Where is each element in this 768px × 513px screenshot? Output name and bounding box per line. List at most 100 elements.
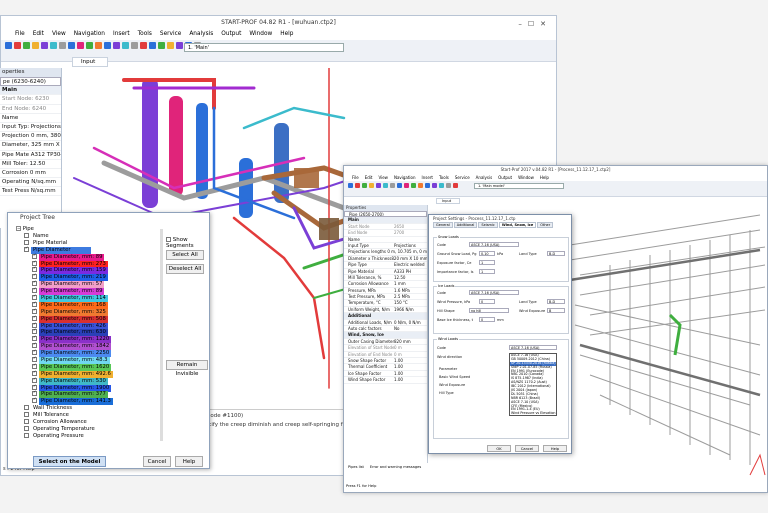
- menu-navigation[interactable]: Navigation: [74, 29, 105, 40]
- remain-invisible-button[interactable]: Remain Invisible: [166, 360, 208, 377]
- ground-snow-input[interactable]: 0.10: [479, 251, 495, 256]
- toolbar-tool-icon[interactable]: [149, 42, 156, 49]
- property-row[interactable]: Input Typ: Projections: [0, 123, 61, 133]
- select-on-model-button[interactable]: Select on the Model: [33, 456, 106, 467]
- menu-output[interactable]: Output: [498, 174, 512, 181]
- property-row[interactable]: Name: [0, 114, 61, 123]
- menu-insert[interactable]: Insert: [422, 174, 433, 181]
- show-segments-checkbox[interactable]: Show Segments: [166, 237, 209, 249]
- importance-input[interactable]: 1: [479, 269, 495, 274]
- tree-item[interactable]: Mill Tolerance: [16, 412, 156, 419]
- menu-view[interactable]: View: [52, 29, 66, 40]
- toolbar-tool-icon[interactable]: [369, 183, 374, 188]
- tree-item-checkbox[interactable]: [32, 377, 37, 383]
- deselect-all-button[interactable]: Deselect All: [166, 264, 204, 274]
- menu-analysis[interactable]: Analysis: [476, 174, 492, 181]
- tree-item[interactable]: Operating Pressure: [16, 432, 156, 440]
- tree-item[interactable]: Pipe Diameter, mm: 89: [16, 253, 156, 261]
- property-row[interactable]: Main: [0, 86, 61, 96]
- settings-tab[interactable]: Wind, Snow, Ice: [498, 222, 537, 228]
- land-type-select[interactable]: B-D: [547, 299, 565, 304]
- tree-item-checkbox[interactable]: [24, 412, 29, 418]
- menu-window[interactable]: Window: [518, 174, 534, 181]
- toolbar-tool-icon[interactable]: [32, 42, 39, 49]
- property-row[interactable]: Mill Toler: 12.50: [0, 160, 61, 169]
- toolbar-tool-icon[interactable]: [5, 42, 12, 49]
- toolbar-tool-icon[interactable]: [50, 42, 57, 49]
- menu-window[interactable]: Window: [249, 29, 272, 40]
- help-button[interactable]: Help: [543, 445, 567, 452]
- toolbar-tool-icon[interactable]: [432, 183, 437, 188]
- tree-item[interactable]: Pipe Diameter, mm: 168: [16, 301, 156, 309]
- tab-error-messages[interactable]: Error and warning messages: [370, 463, 421, 471]
- tree-item-checkbox[interactable]: [24, 432, 29, 438]
- settings-tab[interactable]: Additional: [453, 222, 478, 228]
- property-row[interactable]: Corrosion 0 mm: [0, 169, 61, 179]
- tree-item[interactable]: Pipe Diameter, mm: 141.3: [16, 398, 156, 406]
- tree-item-checkbox[interactable]: [32, 253, 37, 259]
- toolbar-tool-icon[interactable]: [41, 42, 48, 49]
- menu-tools[interactable]: Tools: [439, 174, 449, 181]
- toolbar-tool-icon[interactable]: [383, 183, 388, 188]
- tree-item[interactable]: Pipe Diameter, mm: 219: [16, 274, 156, 282]
- tree-item[interactable]: Pipe Diameter, mm: 1842: [16, 343, 156, 351]
- toolbar-tool-icon[interactable]: [131, 42, 138, 49]
- wind-code-dropdown[interactable]: ASCE 7-16 (USA) GB 50009-2012 (China) SP 2…: [509, 353, 557, 416]
- toolbar-tool-icon[interactable]: [23, 42, 30, 49]
- tree-item[interactable]: Pipe Diameter, mm: 325: [16, 308, 156, 316]
- tree-item-checkbox[interactable]: [32, 398, 37, 404]
- toolbar-tool-icon[interactable]: [376, 183, 381, 188]
- tree-item[interactable]: Pipe Diameter, mm: 2250: [16, 350, 156, 358]
- cancel-button[interactable]: Cancel: [143, 456, 171, 467]
- help-button[interactable]: Help: [175, 456, 203, 467]
- toolbar-tool-icon[interactable]: [158, 42, 165, 49]
- toolbar-tool-icon[interactable]: [411, 183, 416, 188]
- window-controls[interactable]: –☐✕: [518, 18, 552, 31]
- tree-item[interactable]: Pipe Diameter, mm: 273: [16, 260, 156, 268]
- model-combo[interactable]: 1. 'Main model': [474, 183, 564, 189]
- tree-item-checkbox[interactable]: [24, 419, 29, 425]
- property-row[interactable]: Pipe Mate A312 TP304: [0, 151, 61, 160]
- menu-help[interactable]: Help: [540, 174, 549, 181]
- tree-item[interactable]: Pipe Diameter: [16, 246, 156, 254]
- menu-file[interactable]: File: [352, 174, 359, 181]
- toolbar-tool-icon[interactable]: [453, 183, 458, 188]
- tree-root[interactable]: − Pipe: [16, 226, 34, 232]
- tree-item[interactable]: Pipe Diameter, mm: 114: [16, 295, 156, 302]
- select-all-button[interactable]: Select All: [166, 250, 204, 260]
- menu-service[interactable]: Service: [455, 174, 470, 181]
- tree-item-checkbox[interactable]: [24, 233, 29, 238]
- tree-item-checkbox[interactable]: [24, 425, 29, 431]
- menu-file[interactable]: File: [15, 29, 25, 40]
- tab-input[interactable]: Input: [72, 57, 108, 67]
- toolbar-tool-icon[interactable]: [418, 183, 423, 188]
- ice-code-select[interactable]: ASCE 7-16 (USA): [469, 290, 519, 295]
- tree-item[interactable]: Pipe Diameter, mm: 1900: [16, 384, 156, 392]
- toolbar-tool-icon[interactable]: [167, 42, 174, 49]
- menu-analysis[interactable]: Analysis: [189, 29, 213, 40]
- tree-item[interactable]: Pipe Diameter, mm: 89: [16, 288, 156, 296]
- tree-item[interactable]: Wall Thickness: [16, 405, 156, 412]
- tab-input[interactable]: Input: [436, 198, 460, 204]
- property-row[interactable]: Projection 0 mm, 3800 n: [0, 132, 61, 142]
- menu-navigation[interactable]: Navigation: [394, 174, 416, 181]
- hill-shape-select[interactable]: no hill: [469, 308, 509, 313]
- toolbar-tool-icon[interactable]: [390, 183, 395, 188]
- wind-code-select[interactable]: ASCE 7-16 (USA): [509, 345, 557, 350]
- menu-service[interactable]: Service: [160, 29, 181, 40]
- toolbar-tool-icon[interactable]: [176, 42, 183, 49]
- tree-item[interactable]: Pipe Diameter, mm: 492.6: [16, 370, 156, 378]
- toolbar-tool-icon[interactable]: [68, 42, 75, 49]
- toolbar-tool-icon[interactable]: [95, 42, 102, 49]
- tree-item[interactable]: Pipe Diameter, mm: 159: [16, 267, 156, 275]
- settings-tab[interactable]: Other: [537, 222, 554, 228]
- menu-edit[interactable]: Edit: [33, 29, 44, 40]
- snow-code-select[interactable]: ASCE 7-16 (USA): [469, 242, 519, 247]
- toolbar-tool-icon[interactable]: [14, 42, 21, 49]
- tree-item[interactable]: Pipe Diameter, mm: 48.3: [16, 357, 156, 364]
- toolbar-tool-icon[interactable]: [425, 183, 430, 188]
- menu-output[interactable]: Output: [221, 29, 241, 40]
- tree-item[interactable]: Pipe Diameter, mm: 1220: [16, 336, 156, 344]
- cancel-button[interactable]: Cancel: [515, 445, 539, 452]
- menu-tools[interactable]: Tools: [138, 29, 152, 40]
